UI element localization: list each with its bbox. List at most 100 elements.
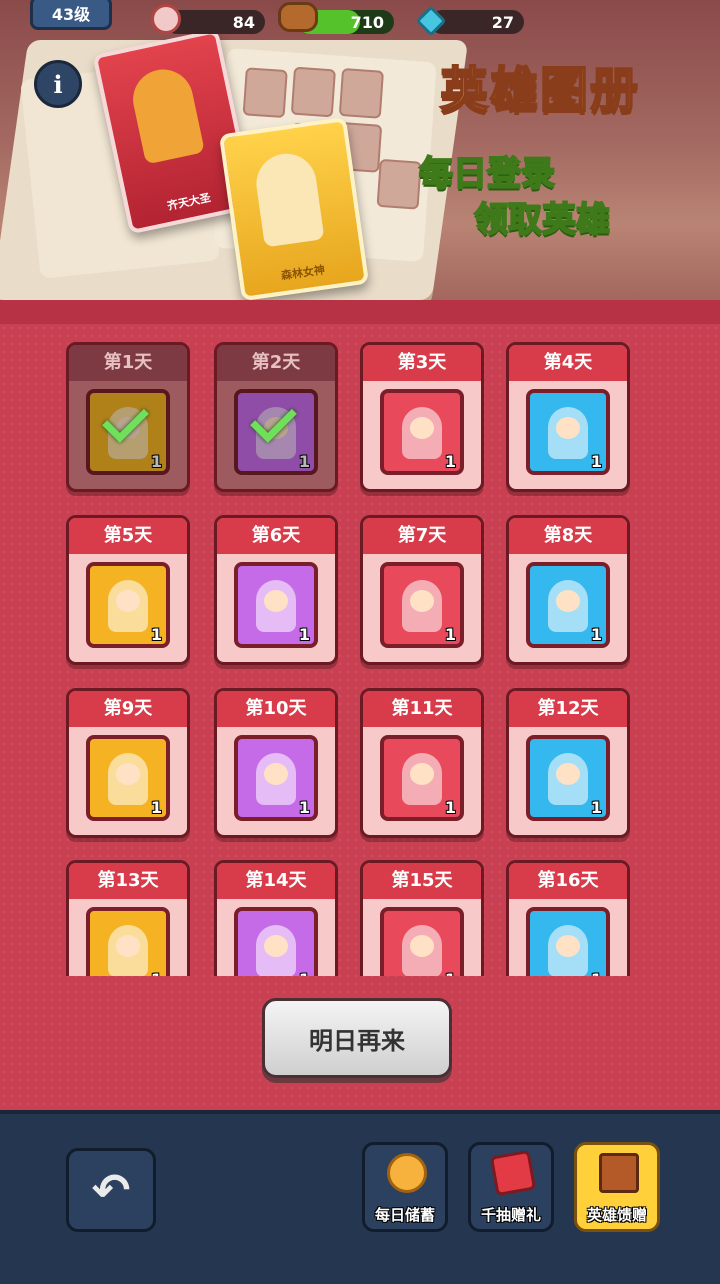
- day-reward-card[interactable]: 第14天 1: [214, 860, 338, 976]
- hero-portrait-frame: 1: [380, 907, 464, 976]
- hero-portrait-frame: 1: [86, 562, 170, 648]
- mini-card: [242, 67, 288, 119]
- banner-subtitle-line2: 领取英雄: [473, 199, 611, 241]
- hero-avatar: [548, 407, 588, 459]
- come-back-tomorrow-button[interactable]: 明日再来: [262, 998, 452, 1078]
- reward-quantity: 1: [444, 798, 456, 817]
- hero-portrait-frame: 1: [86, 735, 170, 821]
- reward-quantity: 1: [445, 970, 456, 976]
- back-arrow-icon: ↶: [91, 1163, 131, 1217]
- day-label: 第3天: [363, 345, 481, 381]
- hero-portrait-frame: 1: [234, 562, 318, 648]
- day-label: 第15天: [363, 863, 481, 899]
- day-reward-card[interactable]: 第2天 1: [214, 342, 338, 492]
- day-label: 第11天: [363, 691, 481, 727]
- hero-portrait-frame: 1: [380, 389, 464, 475]
- hero-avatar: [402, 753, 442, 805]
- day-label: 第14天: [217, 863, 335, 899]
- day-label: 第4天: [509, 345, 627, 381]
- featured-hero-card-gold: 森林女神: [218, 116, 370, 302]
- reward-quantity: 1: [299, 970, 310, 976]
- info-button[interactable]: i: [34, 60, 82, 108]
- meat-icon: [151, 4, 181, 34]
- hero-avatar: [402, 925, 442, 976]
- nav-hero-gift[interactable]: 英雄馈赠: [574, 1142, 660, 1232]
- banner-subtitle-line1: 每日登录: [418, 153, 556, 195]
- mini-card: [376, 158, 422, 210]
- reward-quantity: 1: [150, 798, 162, 817]
- resource-wood[interactable]: 710: [278, 2, 394, 34]
- day-reward-card[interactable]: 第10天 1: [214, 688, 338, 838]
- day-label: 第2天: [217, 345, 335, 381]
- red-card-icon: [489, 1149, 537, 1197]
- card-caption: 森林女神: [280, 263, 326, 283]
- day-label: 第10天: [217, 691, 335, 727]
- hero-portrait-frame: 1: [86, 907, 170, 976]
- gem-icon: [415, 5, 447, 37]
- hero-avatar: [256, 925, 296, 976]
- day-reward-card[interactable]: 第4天 1: [506, 342, 630, 492]
- resource-value: 710: [350, 12, 384, 32]
- resource-value: 84: [232, 12, 255, 32]
- hero-album-banner: 齐天大圣 森林女神 英雄图册 每日登录 领取英雄 43级 84 710 27 i: [0, 0, 720, 320]
- panel-top-edge: [0, 300, 720, 324]
- day-reward-card[interactable]: 第16天 1: [506, 860, 630, 976]
- wood-icon: [278, 2, 318, 32]
- day-reward-card[interactable]: 第11天 1: [360, 688, 484, 838]
- hero-portrait-frame: 1: [526, 907, 610, 976]
- info-icon: i: [53, 69, 63, 99]
- reward-quantity: 1: [298, 452, 310, 471]
- hero-portrait-frame: 1: [380, 735, 464, 821]
- resource-value: 27: [491, 12, 514, 32]
- come-back-tomorrow-label: 明日再来: [309, 1026, 405, 1055]
- day-reward-card[interactable]: 第8天 1: [506, 515, 630, 665]
- nav-thousand-draw-gift[interactable]: 千抽赠礼: [468, 1142, 554, 1232]
- piggy-bank-icon: [387, 1153, 427, 1193]
- day-reward-card[interactable]: 第13天 1: [66, 860, 190, 976]
- reward-quantity: 1: [150, 452, 162, 471]
- reward-quantity: 1: [590, 625, 602, 644]
- daily-reward-grid[interactable]: 第1天 1 第2天 1 第3天 1 第4天 1 第5天 1 第6天 1 第7天 1 第8天 1 第9天 1 第10天…: [0, 330, 720, 976]
- day-label: 第8天: [509, 518, 627, 554]
- day-reward-card[interactable]: 第15天 1: [360, 860, 484, 976]
- day-reward-card[interactable]: 第9天 1: [66, 688, 190, 838]
- reward-quantity: 1: [298, 798, 310, 817]
- player-level: 43级: [51, 5, 91, 24]
- back-button[interactable]: ↶: [66, 1148, 156, 1232]
- hero-portrait-frame: 1: [234, 907, 318, 976]
- reward-quantity: 1: [150, 625, 162, 644]
- day-label: 第6天: [217, 518, 335, 554]
- day-reward-card[interactable]: 第6天 1: [214, 515, 338, 665]
- mini-card: [290, 66, 336, 118]
- day-reward-card[interactable]: 第5天 1: [66, 515, 190, 665]
- nav-label: 千抽赠礼: [480, 1206, 541, 1224]
- day-reward-card[interactable]: 第3天 1: [360, 342, 484, 492]
- hero-avatar: [256, 580, 296, 632]
- day-label: 第13天: [69, 863, 187, 899]
- hero-avatar: [548, 580, 588, 632]
- hero-portrait-frame: 1: [380, 562, 464, 648]
- hero-portrait-frame: 1: [526, 735, 610, 821]
- reward-quantity: 1: [298, 625, 310, 644]
- hero-portrait: [127, 63, 205, 165]
- resource-meat[interactable]: 84: [151, 4, 265, 34]
- hero-avatar: [108, 925, 148, 976]
- player-level-badge[interactable]: 43级: [30, 0, 112, 30]
- resource-gem[interactable]: 27: [415, 5, 524, 37]
- reward-quantity: 1: [591, 970, 602, 976]
- day-label: 第1天: [69, 345, 187, 381]
- hero-portrait-frame: 1: [526, 389, 610, 475]
- day-reward-card[interactable]: 第12天 1: [506, 688, 630, 838]
- reward-quantity: 1: [444, 452, 456, 471]
- day-reward-card[interactable]: 第7天 1: [360, 515, 484, 665]
- nav-label: 英雄馈赠: [586, 1206, 647, 1224]
- day-reward-card[interactable]: 第1天 1: [66, 342, 190, 492]
- hero-avatar: [108, 580, 148, 632]
- reward-quantity: 1: [590, 798, 602, 817]
- reward-quantity: 1: [444, 625, 456, 644]
- nav-daily-savings[interactable]: 每日储蓄: [362, 1142, 448, 1232]
- hero-avatar: [402, 407, 442, 459]
- hero-portrait-frame: 1: [526, 562, 610, 648]
- reward-quantity: 1: [151, 970, 162, 976]
- hero-avatar: [256, 753, 296, 805]
